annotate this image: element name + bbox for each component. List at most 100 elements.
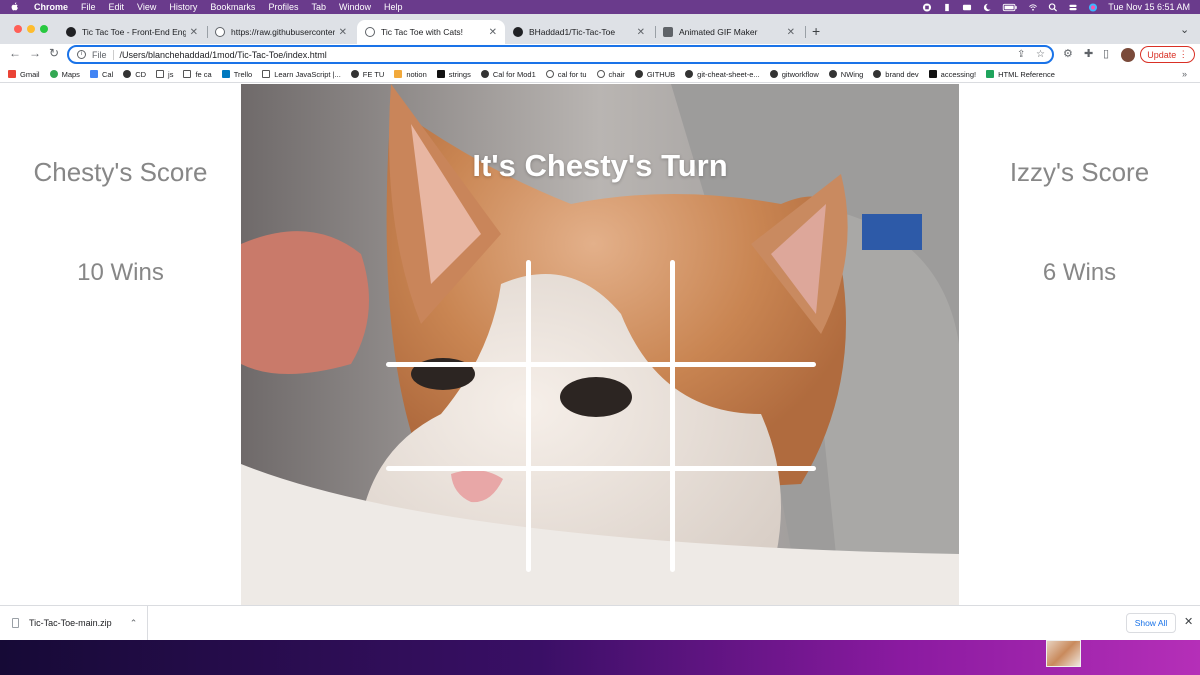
minimize-window-button[interactable] <box>27 25 35 33</box>
menu-file[interactable]: File <box>81 2 96 12</box>
bookmark-notion[interactable]: notion <box>394 70 427 79</box>
screenshot-thumbnail[interactable] <box>1046 640 1081 667</box>
bookmark-maps[interactable]: Maps <box>49 70 80 79</box>
apple-icon[interactable] <box>10 2 20 12</box>
more-bookmarks-chevron-icon[interactable]: » <box>1182 69 1187 79</box>
bookmark-git-cheat-sheet[interactable]: git-cheat-sheet-e... <box>685 70 760 79</box>
turing-icon <box>873 70 882 78</box>
card-icon[interactable] <box>962 3 972 12</box>
menu-window[interactable]: Window <box>339 2 371 12</box>
battery-icon[interactable] <box>1002 3 1018 12</box>
tab-raw-githubusercontent[interactable]: https://raw.githubusercontent. ✕ <box>207 20 355 44</box>
moon-icon[interactable] <box>982 3 992 12</box>
reload-icon[interactable]: ↻ <box>49 46 59 60</box>
board-cell-8[interactable] <box>531 471 670 572</box>
close-window-button[interactable] <box>14 25 22 33</box>
clock[interactable]: Tue Nov 15 6:51 AM <box>1108 2 1190 12</box>
bookmark-strings[interactable]: strings <box>436 70 471 79</box>
chevron-up-icon[interactable]: ⌃ <box>130 618 138 629</box>
wifi-icon[interactable] <box>1028 3 1038 12</box>
bookmark-cal-for-mod1[interactable]: Cal for Mod1 <box>480 70 536 79</box>
zoom-window-button[interactable] <box>40 25 48 33</box>
forward-arrow-icon[interactable]: → <box>29 46 41 60</box>
globe-icon <box>545 70 554 78</box>
close-tab-icon[interactable]: ✕ <box>637 27 645 38</box>
menu-help[interactable]: Help <box>384 2 403 12</box>
tab-tic-tac-toe-with-cats[interactable]: Tic Tac Toe with Cats! ✕ <box>357 20 505 44</box>
show-all-downloads-button[interactable]: Show All <box>1126 613 1176 633</box>
board-cell-9[interactable] <box>675 471 816 572</box>
side-panel-icon[interactable]: ▯ <box>1103 47 1109 60</box>
bookmark-brand-dev[interactable]: brand dev <box>873 70 919 79</box>
chrome-window: Tic Tac Toe - Front-End Engine ✕ https:/… <box>0 14 1200 640</box>
turing-icon <box>828 70 837 78</box>
menu-profiles[interactable]: Profiles <box>268 2 298 12</box>
bookmark-fe-tu[interactable]: FE TU <box>350 70 384 79</box>
bookmark-nwing[interactable]: NWing <box>828 70 863 79</box>
bookmark-learn-javascript[interactable]: Learn JavaScript |... <box>262 70 341 79</box>
spotlight-search-icon[interactable] <box>1048 2 1058 12</box>
close-tab-icon[interactable]: ✕ <box>339 27 347 38</box>
board-cell-2[interactable] <box>531 260 670 362</box>
menu-tab[interactable]: Tab <box>311 2 326 12</box>
bookmarks-bar: Gmail Maps Cal CD js fe ca Trello Learn … <box>0 66 1200 83</box>
board-cell-7[interactable] <box>386 471 526 572</box>
site-info-icon[interactable]: i <box>77 50 86 59</box>
bookmark-cal-for-tu[interactable]: cal for tu <box>545 70 587 79</box>
bookmark-gmail[interactable]: Gmail <box>8 70 40 79</box>
bookmark-html-reference[interactable]: HTML Reference <box>986 70 1055 79</box>
board-cell-5[interactable] <box>531 367 670 466</box>
globe-icon <box>596 70 605 78</box>
bookmark-fe-ca[interactable]: fe ca <box>183 70 212 79</box>
close-tab-icon[interactable]: ✕ <box>489 27 497 38</box>
doc-icon <box>156 70 165 78</box>
board-cell-1[interactable] <box>386 260 526 362</box>
menu-edit[interactable]: Edit <box>109 2 125 12</box>
menu-bookmarks[interactable]: Bookmarks <box>210 2 255 12</box>
board-cell-4[interactable] <box>386 367 526 466</box>
tab-search-chevron-icon[interactable]: ⌄ <box>1180 23 1189 36</box>
download-shelf: Tic-Tac-Toe-main.zip ⌃ Show All ✕ <box>0 605 1200 640</box>
menu-history[interactable]: History <box>169 2 197 12</box>
bookmark-cal[interactable]: Cal <box>89 70 113 79</box>
bookmark-star-icon[interactable]: ☆ <box>1036 49 1045 60</box>
tab-front-end-engine[interactable]: Tic Tac Toe - Front-End Engine ✕ <box>58 20 206 44</box>
globe-icon <box>215 27 225 37</box>
menu-chrome[interactable]: Chrome <box>34 2 68 12</box>
bookmark-trello[interactable]: Trello <box>221 70 252 79</box>
globe-icon <box>365 27 375 37</box>
hotspot-icon[interactable] <box>942 3 952 12</box>
address-bar[interactable]: i File /Users/blanchehaddad/1mod/Tic-Tac… <box>67 45 1054 64</box>
download-item[interactable]: Tic-Tac-Toe-main.zip ⌃ <box>0 606 148 640</box>
bookmark-cd[interactable]: CD <box>123 70 146 79</box>
update-button[interactable]: Update ⋮ <box>1140 46 1195 63</box>
tab-bhaddad1-tic-tac-toe[interactable]: BHaddad1/Tic-Tac-Toe ✕ <box>505 20 653 44</box>
player-one-wins: 10 Wins <box>77 259 164 286</box>
extension-blocked-icon[interactable]: ⚙ <box>1063 47 1073 60</box>
tic-tac-toe-board <box>386 260 816 572</box>
board-cell-3[interactable] <box>675 260 816 362</box>
share-icon[interactable]: ⇪ <box>1017 49 1025 60</box>
close-download-shelf-icon[interactable]: ✕ <box>1184 615 1193 628</box>
menu-view[interactable]: View <box>137 2 156 12</box>
bookmark-github[interactable]: GITHUB <box>634 70 675 79</box>
profile-avatar[interactable] <box>1121 48 1135 62</box>
bookmark-chair[interactable]: chair <box>596 70 625 79</box>
extensions-puzzle-icon[interactable]: ✚ <box>1084 47 1093 60</box>
bookmark-accessing[interactable]: accessing! <box>928 70 976 79</box>
doc-icon <box>262 70 271 78</box>
board-cell-6[interactable] <box>675 367 816 466</box>
siri-icon[interactable] <box>1088 2 1098 12</box>
record-icon[interactable] <box>922 2 932 12</box>
bookmark-js[interactable]: js <box>156 70 173 79</box>
gif-maker-favicon-icon <box>663 27 673 37</box>
url-text[interactable]: /Users/blanchehaddad/1mod/Tic-Tac-Toe/in… <box>120 50 327 60</box>
control-center-icon[interactable] <box>1068 3 1078 12</box>
close-tab-icon[interactable]: ✕ <box>787 27 795 38</box>
tab-animated-gif-maker[interactable]: Animated GIF Maker ✕ <box>655 20 803 44</box>
close-tab-icon[interactable]: ✕ <box>190 27 198 38</box>
bookmark-gitworkflow[interactable]: gitworkflow <box>769 70 819 79</box>
back-arrow-icon[interactable]: ← <box>9 46 21 60</box>
play-icon <box>928 70 937 78</box>
new-tab-plus-icon[interactable]: + <box>812 23 820 39</box>
